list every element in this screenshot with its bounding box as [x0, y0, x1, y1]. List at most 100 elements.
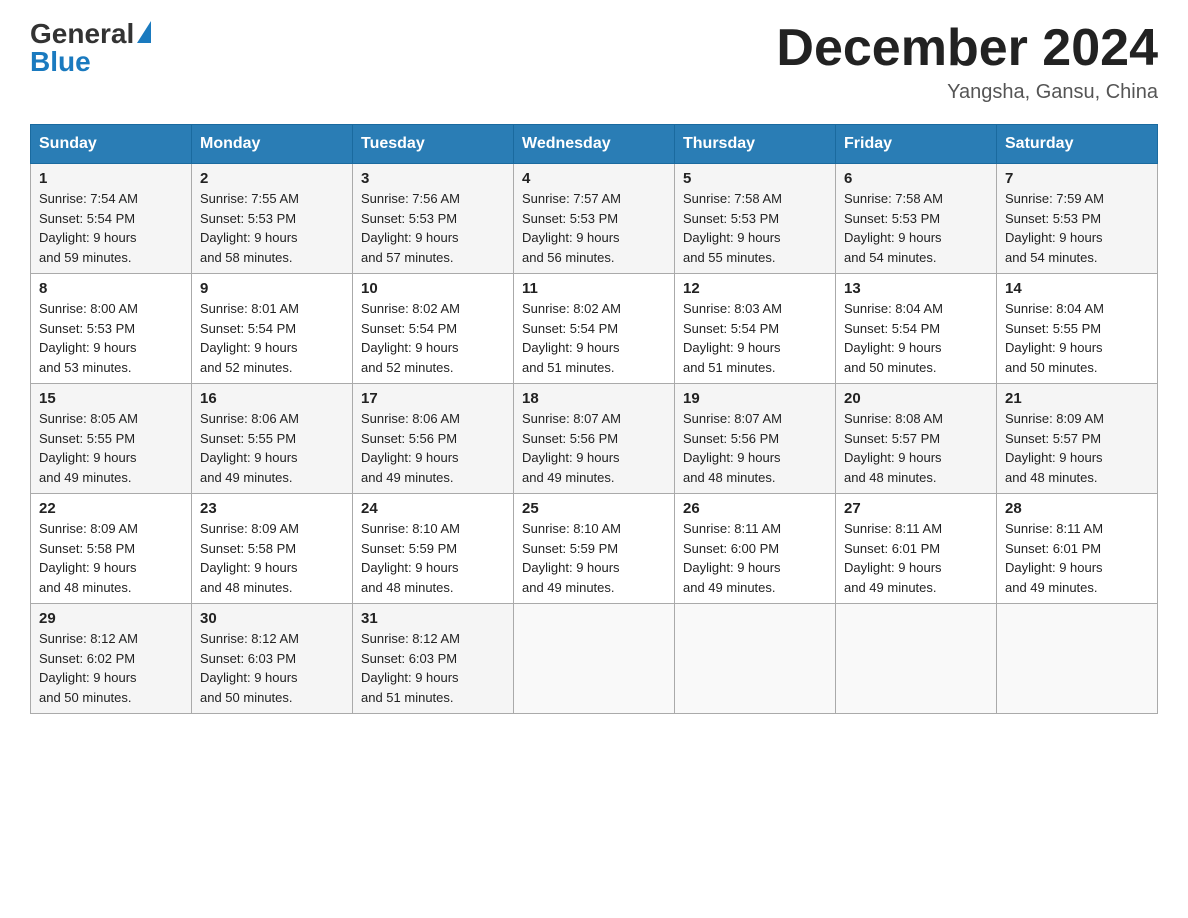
day-info: Sunrise: 8:12 AM Sunset: 6:02 PM Dayligh… [39, 629, 183, 707]
calendar-cell: 6 Sunrise: 7:58 AM Sunset: 5:53 PM Dayli… [836, 164, 997, 274]
day-number: 2 [200, 170, 344, 187]
day-number: 14 [1005, 280, 1149, 297]
calendar-header: Sunday Monday Tuesday Wednesday Thursday… [31, 125, 1158, 164]
col-thursday: Thursday [675, 125, 836, 164]
day-number: 30 [200, 610, 344, 627]
day-info: Sunrise: 8:08 AM Sunset: 5:57 PM Dayligh… [844, 409, 988, 487]
day-info: Sunrise: 8:09 AM Sunset: 5:58 PM Dayligh… [39, 519, 183, 597]
calendar-cell [836, 604, 997, 714]
calendar-cell: 19 Sunrise: 8:07 AM Sunset: 5:56 PM Dayl… [675, 384, 836, 494]
month-title: December 2024 [776, 20, 1158, 77]
day-number: 23 [200, 500, 344, 517]
calendar-week-row: 1 Sunrise: 7:54 AM Sunset: 5:54 PM Dayli… [31, 164, 1158, 274]
calendar-cell: 23 Sunrise: 8:09 AM Sunset: 5:58 PM Dayl… [192, 494, 353, 604]
col-friday: Friday [836, 125, 997, 164]
day-info: Sunrise: 8:04 AM Sunset: 5:54 PM Dayligh… [844, 299, 988, 377]
day-number: 3 [361, 170, 505, 187]
calendar-cell [514, 604, 675, 714]
day-info: Sunrise: 8:12 AM Sunset: 6:03 PM Dayligh… [200, 629, 344, 707]
calendar-cell: 4 Sunrise: 7:57 AM Sunset: 5:53 PM Dayli… [514, 164, 675, 274]
day-number: 13 [844, 280, 988, 297]
day-info: Sunrise: 7:57 AM Sunset: 5:53 PM Dayligh… [522, 189, 666, 267]
day-number: 8 [39, 280, 183, 297]
calendar-week-row: 29 Sunrise: 8:12 AM Sunset: 6:02 PM Dayl… [31, 604, 1158, 714]
day-number: 16 [200, 390, 344, 407]
calendar-cell: 12 Sunrise: 8:03 AM Sunset: 5:54 PM Dayl… [675, 274, 836, 384]
day-info: Sunrise: 8:11 AM Sunset: 6:01 PM Dayligh… [1005, 519, 1149, 597]
logo-blue-text: Blue [30, 48, 91, 76]
calendar-cell: 3 Sunrise: 7:56 AM Sunset: 5:53 PM Dayli… [353, 164, 514, 274]
calendar-cell: 13 Sunrise: 8:04 AM Sunset: 5:54 PM Dayl… [836, 274, 997, 384]
day-number: 15 [39, 390, 183, 407]
day-info: Sunrise: 7:59 AM Sunset: 5:53 PM Dayligh… [1005, 189, 1149, 267]
calendar-cell: 11 Sunrise: 8:02 AM Sunset: 5:54 PM Dayl… [514, 274, 675, 384]
col-sunday: Sunday [31, 125, 192, 164]
logo: General Blue [30, 20, 151, 76]
col-tuesday: Tuesday [353, 125, 514, 164]
calendar-cell: 31 Sunrise: 8:12 AM Sunset: 6:03 PM Dayl… [353, 604, 514, 714]
day-number: 7 [1005, 170, 1149, 187]
calendar-cell: 24 Sunrise: 8:10 AM Sunset: 5:59 PM Dayl… [353, 494, 514, 604]
day-info: Sunrise: 8:12 AM Sunset: 6:03 PM Dayligh… [361, 629, 505, 707]
calendar-cell: 8 Sunrise: 8:00 AM Sunset: 5:53 PM Dayli… [31, 274, 192, 384]
calendar-cell: 2 Sunrise: 7:55 AM Sunset: 5:53 PM Dayli… [192, 164, 353, 274]
calendar-cell: 18 Sunrise: 8:07 AM Sunset: 5:56 PM Dayl… [514, 384, 675, 494]
calendar-cell: 20 Sunrise: 8:08 AM Sunset: 5:57 PM Dayl… [836, 384, 997, 494]
calendar-cell: 1 Sunrise: 7:54 AM Sunset: 5:54 PM Dayli… [31, 164, 192, 274]
calendar-cell: 30 Sunrise: 8:12 AM Sunset: 6:03 PM Dayl… [192, 604, 353, 714]
day-number: 25 [522, 500, 666, 517]
day-number: 5 [683, 170, 827, 187]
calendar-week-row: 8 Sunrise: 8:00 AM Sunset: 5:53 PM Dayli… [31, 274, 1158, 384]
calendar-cell: 14 Sunrise: 8:04 AM Sunset: 5:55 PM Dayl… [997, 274, 1158, 384]
day-info: Sunrise: 8:04 AM Sunset: 5:55 PM Dayligh… [1005, 299, 1149, 377]
calendar-cell: 29 Sunrise: 8:12 AM Sunset: 6:02 PM Dayl… [31, 604, 192, 714]
day-info: Sunrise: 7:58 AM Sunset: 5:53 PM Dayligh… [683, 189, 827, 267]
day-number: 4 [522, 170, 666, 187]
day-number: 19 [683, 390, 827, 407]
calendar-cell: 17 Sunrise: 8:06 AM Sunset: 5:56 PM Dayl… [353, 384, 514, 494]
calendar-cell [997, 604, 1158, 714]
calendar-cell: 22 Sunrise: 8:09 AM Sunset: 5:58 PM Dayl… [31, 494, 192, 604]
calendar-cell: 10 Sunrise: 8:02 AM Sunset: 5:54 PM Dayl… [353, 274, 514, 384]
calendar-week-row: 22 Sunrise: 8:09 AM Sunset: 5:58 PM Dayl… [31, 494, 1158, 604]
calendar-week-row: 15 Sunrise: 8:05 AM Sunset: 5:55 PM Dayl… [31, 384, 1158, 494]
day-number: 18 [522, 390, 666, 407]
calendar-cell: 21 Sunrise: 8:09 AM Sunset: 5:57 PM Dayl… [997, 384, 1158, 494]
day-info: Sunrise: 8:11 AM Sunset: 6:01 PM Dayligh… [844, 519, 988, 597]
day-number: 11 [522, 280, 666, 297]
day-number: 9 [200, 280, 344, 297]
calendar-cell: 25 Sunrise: 8:10 AM Sunset: 5:59 PM Dayl… [514, 494, 675, 604]
calendar-body: 1 Sunrise: 7:54 AM Sunset: 5:54 PM Dayli… [31, 164, 1158, 714]
day-info: Sunrise: 8:05 AM Sunset: 5:55 PM Dayligh… [39, 409, 183, 487]
day-info: Sunrise: 8:10 AM Sunset: 5:59 PM Dayligh… [522, 519, 666, 597]
day-info: Sunrise: 8:10 AM Sunset: 5:59 PM Dayligh… [361, 519, 505, 597]
calendar-cell: 26 Sunrise: 8:11 AM Sunset: 6:00 PM Dayl… [675, 494, 836, 604]
day-number: 31 [361, 610, 505, 627]
header-row: Sunday Monday Tuesday Wednesday Thursday… [31, 125, 1158, 164]
calendar-cell: 9 Sunrise: 8:01 AM Sunset: 5:54 PM Dayli… [192, 274, 353, 384]
day-number: 21 [1005, 390, 1149, 407]
calendar-cell: 16 Sunrise: 8:06 AM Sunset: 5:55 PM Dayl… [192, 384, 353, 494]
day-info: Sunrise: 8:07 AM Sunset: 5:56 PM Dayligh… [683, 409, 827, 487]
day-info: Sunrise: 7:54 AM Sunset: 5:54 PM Dayligh… [39, 189, 183, 267]
col-wednesday: Wednesday [514, 125, 675, 164]
calendar-cell: 15 Sunrise: 8:05 AM Sunset: 5:55 PM Dayl… [31, 384, 192, 494]
page-header: General Blue December 2024 Yangsha, Gans… [30, 20, 1158, 104]
calendar-cell: 7 Sunrise: 7:59 AM Sunset: 5:53 PM Dayli… [997, 164, 1158, 274]
calendar-cell: 5 Sunrise: 7:58 AM Sunset: 5:53 PM Dayli… [675, 164, 836, 274]
day-info: Sunrise: 8:06 AM Sunset: 5:55 PM Dayligh… [200, 409, 344, 487]
day-info: Sunrise: 8:00 AM Sunset: 5:53 PM Dayligh… [39, 299, 183, 377]
day-number: 17 [361, 390, 505, 407]
day-info: Sunrise: 8:07 AM Sunset: 5:56 PM Dayligh… [522, 409, 666, 487]
day-info: Sunrise: 8:09 AM Sunset: 5:57 PM Dayligh… [1005, 409, 1149, 487]
col-saturday: Saturday [997, 125, 1158, 164]
day-number: 22 [39, 500, 183, 517]
calendar-cell: 28 Sunrise: 8:11 AM Sunset: 6:01 PM Dayl… [997, 494, 1158, 604]
day-number: 10 [361, 280, 505, 297]
day-number: 20 [844, 390, 988, 407]
day-info: Sunrise: 8:01 AM Sunset: 5:54 PM Dayligh… [200, 299, 344, 377]
day-info: Sunrise: 7:55 AM Sunset: 5:53 PM Dayligh… [200, 189, 344, 267]
day-number: 1 [39, 170, 183, 187]
day-number: 6 [844, 170, 988, 187]
day-info: Sunrise: 8:09 AM Sunset: 5:58 PM Dayligh… [200, 519, 344, 597]
